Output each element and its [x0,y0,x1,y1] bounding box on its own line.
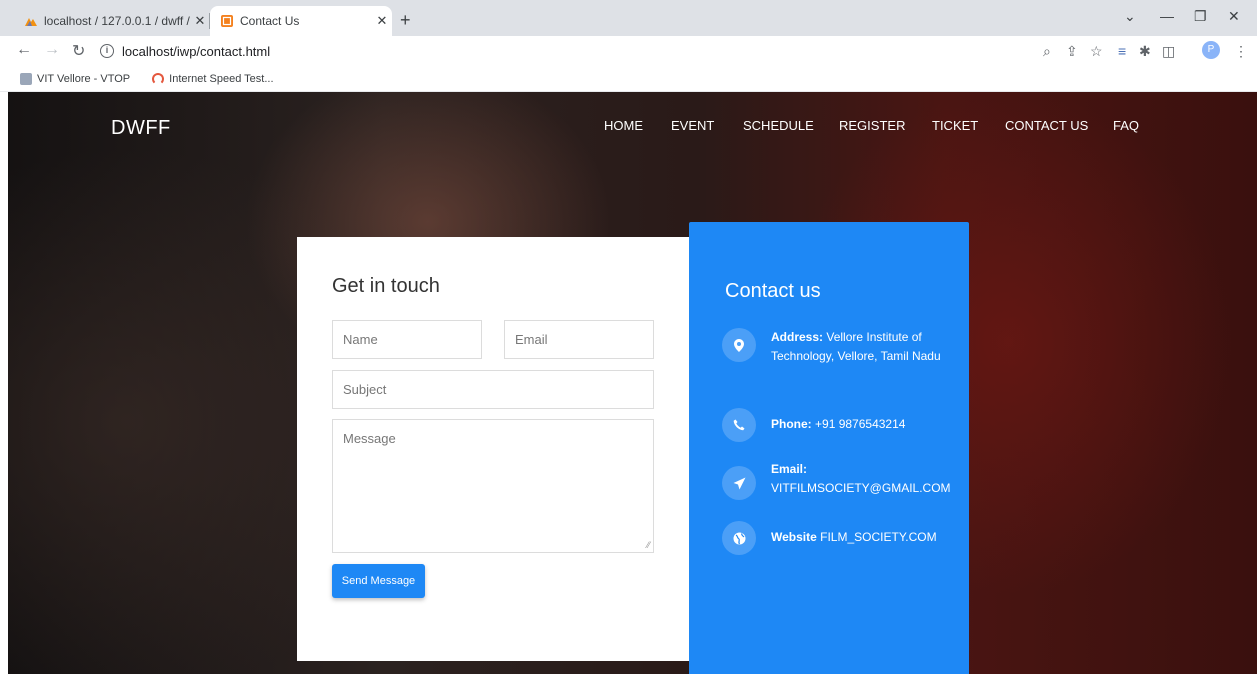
bookmark-vtop[interactable]: VIT Vellore - VTOP [20,72,131,85]
globe-icon [722,521,756,555]
reload-icon[interactable]: ↻ [72,41,85,61]
paper-plane-icon [722,466,756,500]
contact-email: Email: VITFILMSOCIETY@GMAIL.COM [722,460,962,500]
side-panel-icon[interactable]: ◫ [1162,43,1175,60]
name-input[interactable]: Name [332,320,482,359]
nav-schedule[interactable]: SCHEDULE [743,118,814,133]
send-message-button[interactable]: Send Message [332,564,425,598]
bookmark-speedtest[interactable]: Internet Speed Test... [152,72,274,85]
email-value: VITFILMSOCIETY@GMAIL.COM [771,481,951,495]
nav-register[interactable]: REGISTER [839,118,905,133]
hero-background: DWFF HOME EVENT SCHEDULE REGISTER TICKET… [8,92,1257,674]
phone-value: +91 9876543214 [815,417,906,431]
map-pin-icon [722,328,756,362]
contact-address: Address: Vellore Institute of Technology… [722,328,962,366]
share-icon[interactable]: ⇪ [1066,43,1078,60]
contact-title: Contact us [725,280,821,302]
site-info-icon[interactable]: i [100,44,114,58]
nav-ticket[interactable]: TICKET [932,118,978,133]
address-label: Address: [771,330,824,344]
forward-arrow-icon[interactable]: → [44,41,60,59]
email-placeholder: Email [515,332,548,347]
form-title: Get in touch [332,275,440,297]
new-tab-plus-icon[interactable]: + [400,10,411,31]
tab-contact-us[interactable]: Contact Us ✕ [210,6,392,36]
extensions-puzzle-icon[interactable]: ✱ [1139,43,1151,60]
email-input[interactable]: Email [504,320,654,359]
profile-avatar[interactable]: P [1202,41,1220,59]
phone-label: Phone: [771,417,812,431]
browser-toolbar: ← → ↻ i localhost/iwp/contact.html ⌕ ⇪ ☆… [0,36,1257,66]
contact-form-card: Get in touch Name Email Subject Message … [297,237,689,661]
bookmark-label: Internet Speed Test... [169,72,274,85]
contact-info-card: Contact us Address: Vellore Institute of… [689,222,969,674]
extension-icon[interactable]: ≡ [1118,43,1126,59]
nav-contact-us[interactable]: CONTACT US [1005,118,1088,133]
menu-kebab-icon[interactable]: ⋮ [1234,43,1248,60]
nav-event[interactable]: EVENT [671,118,714,133]
tab-title: localhost / 127.0.0.1 / dwff / tick [44,14,190,28]
contact-phone: Phone: +91 9876543214 [722,408,962,442]
back-arrow-icon[interactable]: ← [16,41,32,59]
address-bar[interactable]: i localhost/iwp/contact.html [100,39,1170,63]
bookmark-label: VIT Vellore - VTOP [37,72,131,85]
phpmyadmin-favicon-icon [25,18,37,26]
url-text: localhost/iwp/contact.html [122,43,271,59]
speedometer-icon [152,72,165,85]
tab-phpmyadmin[interactable]: localhost / 127.0.0.1 / dwff / tick ✕ [14,6,210,36]
university-icon [20,72,32,85]
close-icon[interactable]: ✕ [372,13,392,29]
close-icon[interactable]: ✕ [190,13,210,29]
bookmark-star-icon[interactable]: ☆ [1090,43,1103,60]
email-label: Email: [771,462,808,476]
subject-placeholder: Subject [343,382,387,397]
website-value[interactable]: FILM_SOCIETY.COM [820,530,936,544]
tab-title: Contact Us [240,14,300,28]
html-favicon-icon [221,15,233,27]
website-label: Website [771,530,817,544]
subject-input[interactable]: Subject [332,370,654,409]
resize-handle-icon[interactable]: ⁄⁄ [647,540,650,550]
name-placeholder: Name [343,332,378,347]
restore-icon[interactable]: ❐ [1194,8,1207,25]
phone-icon [722,408,756,442]
zoom-icon[interactable]: ⌕ [1043,43,1051,60]
minimize-icon[interactable]: — [1160,8,1174,24]
message-placeholder: Message [343,431,396,446]
tab-search-chevron-icon[interactable]: ⌄ [1124,8,1136,25]
contact-website: Website FILM_SOCIETY.COM [722,521,962,555]
nav-home[interactable]: HOME [604,118,643,133]
window-close-icon[interactable]: ✕ [1228,8,1240,25]
bookmarks-bar: VIT Vellore - VTOP Internet Speed Test..… [0,66,1257,92]
nav-faq[interactable]: FAQ [1113,118,1139,133]
message-textarea[interactable]: Message ⁄⁄ [332,419,654,553]
site-logo[interactable]: DWFF [111,117,171,140]
browser-tabstrip: localhost / 127.0.0.1 / dwff / tick ✕ Co… [0,0,1257,36]
